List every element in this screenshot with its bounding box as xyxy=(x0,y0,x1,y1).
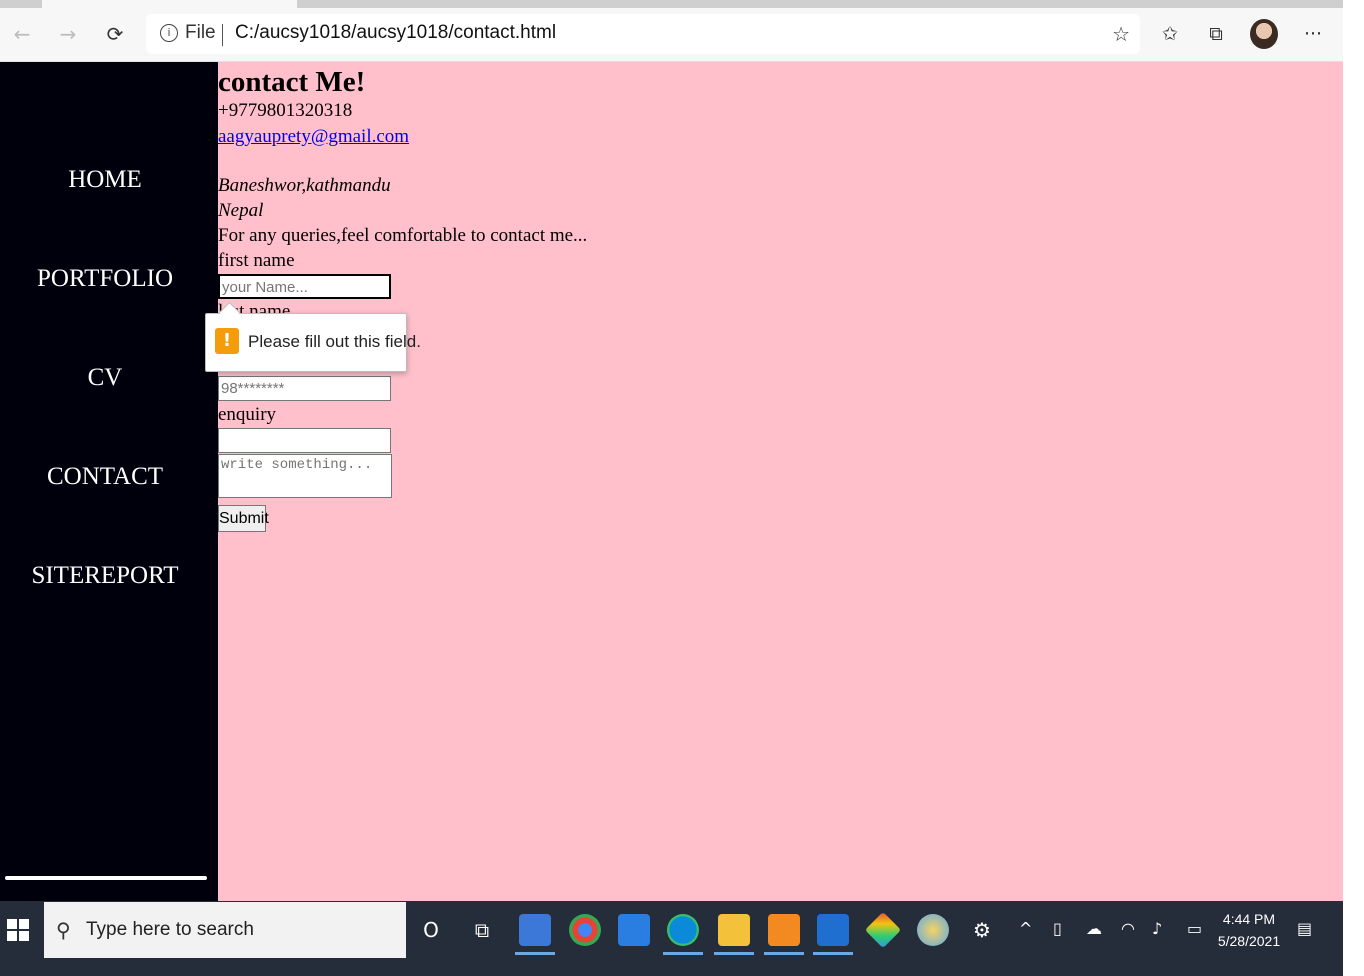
favorites-icon[interactable]: ✩ xyxy=(1155,20,1185,48)
store-icon[interactable] xyxy=(515,914,555,955)
page-title: contact Me! xyxy=(218,66,366,98)
edge-icon[interactable] xyxy=(663,914,703,955)
sidebar-item-sitereport[interactable]: SITEREPORT xyxy=(0,562,210,590)
email-line: aagyauprety@gmail.com xyxy=(218,126,409,148)
sidebar-item-portfolio[interactable]: PORTFOLIO xyxy=(0,265,210,293)
sidebar-item-contact[interactable]: CONTACT xyxy=(0,463,210,491)
active-tab[interactable] xyxy=(42,0,297,8)
profile-avatar[interactable] xyxy=(1250,19,1278,49)
address-line-2: Nepal xyxy=(218,200,264,221)
back-button[interactable]: ← xyxy=(8,20,36,48)
photos-icon[interactable] xyxy=(813,914,853,955)
submit-button[interactable]: Submit xyxy=(218,505,269,532)
message-textarea[interactable]: write something... xyxy=(218,454,392,498)
windows-logo-pane xyxy=(7,931,17,941)
clock-date: 5/28/2021 xyxy=(1217,933,1281,949)
clock-time: 4:44 PM xyxy=(1222,911,1276,927)
show-hidden-icons-icon[interactable]: ^ xyxy=(1019,919,1032,938)
collections-icon[interactable]: ⧉ xyxy=(1201,20,1231,48)
cortana-icon[interactable]: O xyxy=(415,914,447,946)
app-running-indicator xyxy=(663,952,703,955)
sidebar-item-cv[interactable]: CV xyxy=(0,364,210,392)
sublime-text-icon[interactable] xyxy=(764,914,804,955)
file-explorer-icon[interactable] xyxy=(714,914,754,955)
volume-icon[interactable]: ♪ xyxy=(1152,919,1162,938)
app-running-indicator xyxy=(813,952,853,955)
address-divider xyxy=(222,24,223,46)
first-name-label: first name xyxy=(218,250,295,271)
usb-device-icon[interactable]: ▯ xyxy=(1053,919,1062,938)
task-view-icon[interactable]: ⧉ xyxy=(466,914,498,946)
app-running-indicator xyxy=(714,952,754,955)
start-button[interactable] xyxy=(7,919,29,941)
phone-number: +9779801320318 xyxy=(218,100,353,121)
tab-strip xyxy=(0,0,1343,8)
wifi-icon[interactable]: ◠ xyxy=(1121,919,1135,938)
mail-icon[interactable] xyxy=(618,914,650,946)
windows-logo-icon xyxy=(7,919,17,929)
onedrive-cloud-icon[interactable]: ☁ xyxy=(1086,919,1102,938)
snip-sketch-icon[interactable] xyxy=(864,911,902,949)
address-url[interactable]: C:/aucsy1018/aucsy1018/contact.html xyxy=(235,22,556,44)
settings-gear-icon[interactable]: ⚙ xyxy=(966,914,998,946)
notification-center-icon[interactable]: ▤ xyxy=(1297,919,1312,938)
back-arrow-icon: ← xyxy=(13,22,31,46)
browser-toolbar: ← → ⟳ i File C:/aucsy1018/aucsy1018/cont… xyxy=(0,8,1343,62)
validation-tooltip: ! Please fill out this field. xyxy=(205,301,421,372)
app-running-indicator xyxy=(764,952,804,955)
search-icon: ⚲ xyxy=(56,918,71,942)
windows-logo-pane xyxy=(19,919,29,929)
sidebar: HOME PORTFOLIO CV CONTACT SITEREPORT xyxy=(0,62,218,901)
sidebar-divider xyxy=(5,876,207,880)
search-placeholder: Type here to search xyxy=(86,919,254,940)
battery-icon[interactable]: ▭ xyxy=(1187,919,1202,938)
enquiry-input[interactable] xyxy=(218,428,391,453)
contact-note: For any queries,feel comfortable to cont… xyxy=(218,225,588,246)
app-running-indicator xyxy=(515,952,555,955)
chrome-icon[interactable] xyxy=(569,914,601,946)
email-link[interactable]: aagyauprety@gmail.com xyxy=(218,126,409,147)
enquiry-label: enquiry xyxy=(218,404,277,425)
screen-edge xyxy=(1343,0,1364,976)
forward-arrow-icon: → xyxy=(59,22,77,46)
taskbar-search[interactable]: ⚲ Type here to search xyxy=(44,902,406,958)
page-body: HOME PORTFOLIO CV CONTACT SITEREPORT con… xyxy=(0,62,1343,901)
windows-taskbar: ⚲ Type here to search O ⧉ ⚙ ^ ▯ ☁ ◠ ♪ ▭ … xyxy=(0,901,1343,976)
address-bar[interactable]: i File C:/aucsy1018/aucsy1018/contact.ht… xyxy=(146,14,1140,54)
forward-button[interactable]: → xyxy=(54,20,82,48)
taskbar-clock[interactable]: 4:44 PM 5/28/2021 xyxy=(1214,908,1284,952)
refresh-button[interactable]: ⟳ xyxy=(101,20,129,48)
address-line-1: Baneshwor,kathmandu xyxy=(218,175,391,196)
tooltip-message: Please fill out this field. xyxy=(248,332,421,351)
windows-logo-pane xyxy=(19,931,29,941)
add-favorite-icon[interactable]: ☆ xyxy=(1112,22,1130,46)
site-info-icon[interactable]: i xyxy=(160,24,178,42)
paint-icon[interactable] xyxy=(917,914,949,946)
first-name-input[interactable]: your Name... xyxy=(218,274,391,299)
refresh-icon: ⟳ xyxy=(106,22,124,46)
sidebar-item-home[interactable]: HOME xyxy=(0,166,210,194)
address-scheme: File xyxy=(185,22,216,43)
phone-input[interactable]: 98******** xyxy=(218,376,391,401)
more-options-icon[interactable]: ··· xyxy=(1298,20,1328,48)
warning-icon: ! xyxy=(215,328,239,354)
